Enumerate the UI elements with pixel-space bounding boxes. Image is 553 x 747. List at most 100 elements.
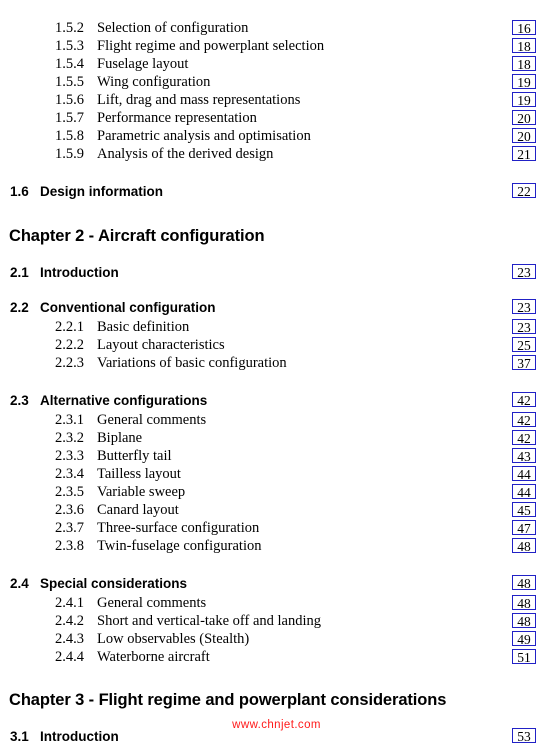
page-number-box[interactable]: 16	[512, 20, 536, 36]
page-number-box[interactable]: 18	[512, 56, 536, 72]
entry-title: Performance representation	[97, 110, 257, 126]
subsection-entry[interactable]: 1.5.3 Flight regime and powerplant selec…	[0, 37, 553, 55]
vertical-spacer	[0, 283, 553, 297]
entry-number: 1.6	[10, 184, 29, 199]
page-number-box[interactable]: 23	[512, 264, 536, 280]
entry-number: 2.3.4	[55, 466, 84, 482]
entry-number: 2.4	[10, 576, 29, 591]
subsection-entry[interactable]: 2.2.1 Basic definition 23	[0, 318, 553, 336]
entry-title: Chapter 3 - Flight regime and powerplant…	[9, 691, 447, 709]
subsection-entry[interactable]: 2.3.4 Tailless layout 44	[0, 465, 553, 483]
entry-number: 2.3.7	[55, 520, 84, 536]
page-number-box[interactable]: 44	[512, 466, 536, 482]
page-number-box[interactable]: 48	[512, 613, 536, 629]
entry-number: 2.4.1	[55, 595, 84, 611]
entry-title: Alternative configurations	[40, 393, 208, 408]
page-number-box[interactable]: 43	[512, 448, 536, 464]
page-number-box[interactable]: 51	[512, 649, 536, 665]
vertical-spacer	[0, 202, 553, 224]
subsection-entry[interactable]: 1.5.4 Fuselage layout 18	[0, 55, 553, 73]
vertical-spacer	[0, 163, 553, 181]
subsection-entry[interactable]: 2.4.3 Low observables (Stealth) 49	[0, 630, 553, 648]
entry-number: 2.3.3	[55, 448, 84, 464]
page-number-box[interactable]: 20	[512, 128, 536, 144]
page-number-box[interactable]: 22	[512, 183, 536, 199]
chapter-heading[interactable]: Chapter 2 - Aircraft configuration	[0, 224, 553, 248]
subsection-entry[interactable]: 2.3.2 Biplane 42	[0, 429, 553, 447]
subsection-entry[interactable]: 2.4.4 Waterborne aircraft 51	[0, 648, 553, 666]
subsection-entry[interactable]: 2.2.3 Variations of basic configuration 37	[0, 354, 553, 372]
entry-title: Canard layout	[97, 502, 179, 518]
page-number-box[interactable]: 48	[512, 575, 536, 591]
entry-number: 2.3.1	[55, 412, 84, 428]
entry-number: 1.5.2	[55, 20, 84, 36]
entry-number: 1.5.5	[55, 74, 84, 90]
entry-title: Lift, drag and mass representations	[97, 92, 301, 108]
subsection-entry[interactable]: 1.5.5 Wing configuration 19	[0, 73, 553, 91]
section-entry[interactable]: 2.3 Alternative configurations 42	[0, 390, 553, 411]
page-number-box[interactable]: 49	[512, 631, 536, 647]
subsection-entry[interactable]: 2.3.6 Canard layout 45	[0, 501, 553, 519]
subsection-entry[interactable]: 2.3.7 Three-surface configuration 47	[0, 519, 553, 537]
subsection-entry[interactable]: 1.5.6 Lift, drag and mass representations…	[0, 91, 553, 109]
entry-number: 1.5.4	[55, 56, 84, 72]
entry-title: Introduction	[40, 265, 119, 280]
subsection-entry[interactable]: 2.3.5 Variable sweep 44	[0, 483, 553, 501]
entry-number: 1.5.9	[55, 146, 84, 162]
entry-title: Special considerations	[40, 576, 188, 591]
page-number-box[interactable]: 20	[512, 110, 536, 126]
entry-number: 1.5.6	[55, 92, 84, 108]
subsection-entry[interactable]: 1.5.8 Parametric analysis and optimisatio…	[0, 127, 553, 145]
entry-title: Basic definition	[97, 319, 190, 335]
entry-title: Fuselage layout	[97, 56, 189, 72]
chapter-heading[interactable]: Chapter 3 - Flight regime and powerplant…	[0, 688, 553, 712]
subsection-entry[interactable]: 2.4.1 General comments 48	[0, 594, 553, 612]
entry-number: 2.2.3	[55, 355, 84, 371]
entry-number: 2.3.5	[55, 484, 84, 500]
page-top-margin	[0, 0, 553, 19]
page-number-box[interactable]: 19	[512, 74, 536, 90]
entry-title: Design information	[40, 184, 164, 199]
subsection-entry[interactable]: 1.5.2 Selection of configuration 16	[0, 19, 553, 37]
entry-title: Three-surface configuration	[97, 520, 260, 536]
entry-title: Analysis of the derived design	[97, 146, 274, 162]
vertical-spacer	[0, 372, 553, 390]
page-number-box[interactable]: 42	[512, 392, 536, 408]
page-number-box[interactable]: 25	[512, 337, 536, 353]
section-entry[interactable]: 1.6 Design information 22	[0, 181, 553, 202]
subsection-entry[interactable]: 1.5.9 Analysis of the derived design 21	[0, 145, 553, 163]
entry-number: 2.3.2	[55, 430, 84, 446]
page-number-box[interactable]: 47	[512, 520, 536, 536]
subsection-entry[interactable]: 2.4.2 Short and vertical-take off and lan…	[0, 612, 553, 630]
vertical-spacer	[0, 666, 553, 688]
subsection-entry[interactable]: 1.5.7 Performance representation 20	[0, 109, 553, 127]
section-entry[interactable]: 2.4 Special considerations 48	[0, 573, 553, 594]
page-number-box[interactable]: 44	[512, 484, 536, 500]
page-number-box[interactable]: 48	[512, 538, 536, 554]
entry-title: Biplane	[97, 430, 143, 446]
subsection-entry[interactable]: 2.3.8 Twin-fuselage configuration 48	[0, 537, 553, 555]
page-number-box[interactable]: 37	[512, 355, 536, 371]
page-number-box[interactable]: 21	[512, 146, 536, 162]
page-number-box[interactable]: 18	[512, 38, 536, 54]
entry-number: 1.5.8	[55, 128, 84, 144]
page-number-box[interactable]: 23	[512, 319, 536, 335]
section-entry[interactable]: 2.2 Conventional configuration 23	[0, 297, 553, 318]
entry-title: Short and vertical-take off and landing	[97, 613, 322, 629]
section-entry[interactable]: 2.1 Introduction 23	[0, 262, 553, 283]
entry-title: Waterborne aircraft	[97, 649, 210, 665]
subsection-entry[interactable]: 2.3.1 General comments 42	[0, 411, 553, 429]
entry-title: Tailless layout	[97, 466, 181, 482]
page-number-box[interactable]: 42	[512, 430, 536, 446]
page-number-box[interactable]: 48	[512, 595, 536, 611]
page-number-box[interactable]: 19	[512, 92, 536, 108]
entry-title: Twin-fuselage configuration	[97, 538, 262, 554]
entry-title: Wing configuration	[97, 74, 211, 90]
subsection-entry[interactable]: 2.2.2 Layout characteristics 25	[0, 336, 553, 354]
entry-number: 1.5.7	[55, 110, 84, 126]
entry-number: 2.3.6	[55, 502, 84, 518]
page-number-box[interactable]: 23	[512, 299, 536, 315]
page-number-box[interactable]: 45	[512, 502, 536, 518]
subsection-entry[interactable]: 2.3.3 Butterfly tail 43	[0, 447, 553, 465]
page-number-box[interactable]: 42	[512, 412, 536, 428]
